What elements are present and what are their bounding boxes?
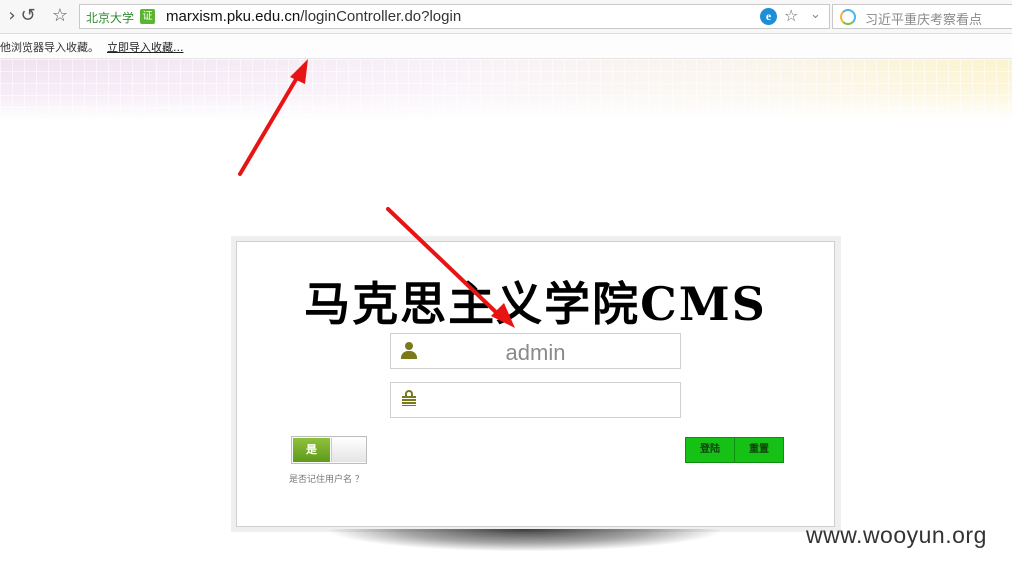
- login-panel: 马克思主义学院CMS admin 是 是否记住用户名 ？ 登陆 重置: [236, 241, 835, 527]
- banner-fade: [0, 59, 1012, 121]
- import-hint: 他浏览器导入收藏。: [0, 41, 99, 54]
- import-bookmarks-link[interactable]: 立即导入收藏...: [107, 39, 184, 55]
- panel-shadow: [330, 529, 720, 551]
- url-text[interactable]: marxism.pku.edu.cn/loginController.do?lo…: [166, 8, 461, 25]
- search-box[interactable]: 习近平重庆考察看点: [832, 4, 1012, 29]
- favorite-star-icon[interactable]: ☆: [48, 4, 72, 28]
- lock-icon: [402, 390, 416, 406]
- url-domain: marxism.pku.edu.cn: [166, 8, 301, 25]
- remember-label: 是否记住用户名 ？: [289, 475, 364, 485]
- watermark: www.wooyun.org: [806, 522, 987, 548]
- username-value[interactable]: admin: [391, 340, 680, 366]
- browser-toolbar: › ↺ ☆ 北京大学 证 marxism.pku.edu.cn/loginCon…: [0, 0, 1012, 34]
- site-identity[interactable]: 北京大学: [86, 9, 134, 26]
- bookmark-star-icon[interactable]: ☆: [784, 6, 798, 25]
- bookmarks-bar: 他浏览器导入收藏。 立即导入收藏...: [0, 34, 1012, 59]
- chevron-down-icon[interactable]: ⌄: [810, 7, 821, 22]
- toggle-knob[interactable]: [331, 438, 366, 462]
- ie-compat-icon[interactable]: e: [760, 8, 777, 25]
- address-bar[interactable]: 北京大学 证 marxism.pku.edu.cn/loginControlle…: [79, 4, 830, 29]
- page-title: 马克思主义学院CMS: [304, 277, 767, 331]
- username-field[interactable]: admin: [390, 333, 681, 369]
- refresh-icon[interactable]: ↺: [16, 4, 40, 28]
- search-icon: [840, 9, 856, 25]
- toggle-on-label: 是: [293, 438, 330, 462]
- url-path: /loginController.do?login: [300, 8, 462, 25]
- login-button[interactable]: 登陆: [685, 437, 735, 463]
- search-input[interactable]: 习近平重庆考察看点: [865, 9, 982, 28]
- password-field[interactable]: [390, 382, 681, 418]
- certificate-icon[interactable]: 证: [140, 9, 155, 24]
- reset-button[interactable]: 重置: [734, 437, 784, 463]
- remember-toggle[interactable]: 是: [291, 436, 367, 464]
